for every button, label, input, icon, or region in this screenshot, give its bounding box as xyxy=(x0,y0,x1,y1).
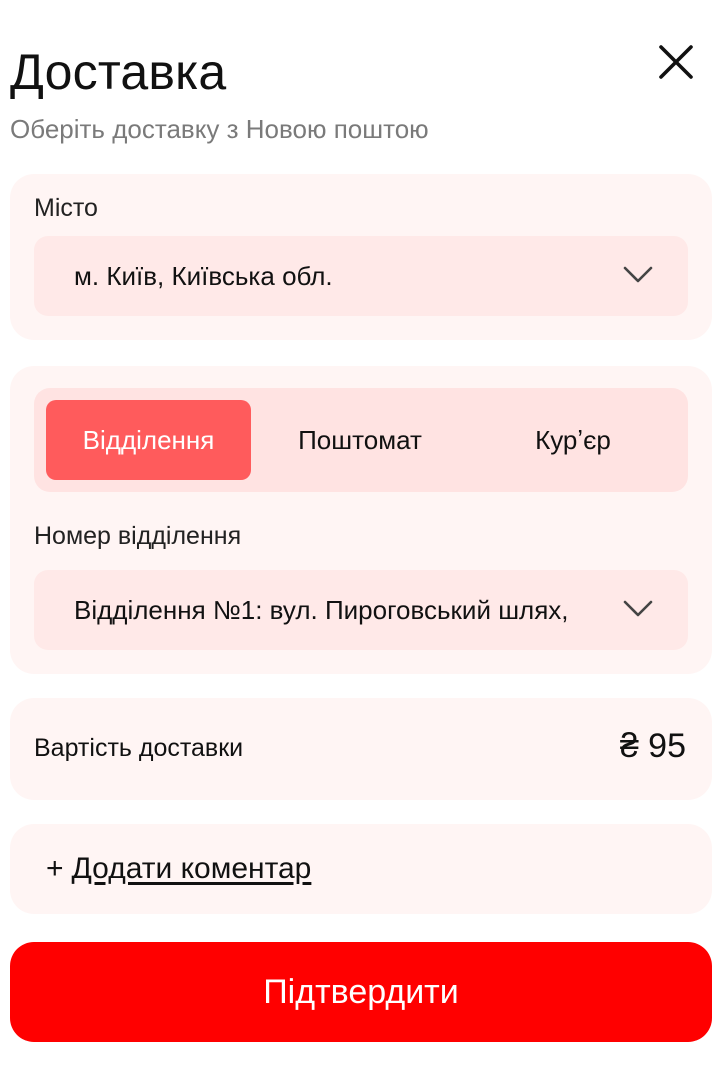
tab-branch[interactable]: Відділення xyxy=(46,400,251,480)
comment-card: + Додати коментар xyxy=(10,824,712,914)
city-select-value: м. Київ, Київська обл. xyxy=(74,261,333,291)
plus-icon: + xyxy=(46,852,64,885)
city-select[interactable]: м. Київ, Київська обл. xyxy=(34,236,688,316)
add-comment-label: Додати коментар xyxy=(71,852,312,885)
delivery-card: Відділення Поштомат Курʼєр Номер відділе… xyxy=(10,366,712,674)
close-icon xyxy=(659,45,693,79)
tab-parcel-locker[interactable]: Поштомат xyxy=(256,400,464,480)
tab-courier[interactable]: Курʼєр xyxy=(470,400,676,480)
city-card: Місто м. Київ, Київська обл. xyxy=(10,174,712,340)
delivery-cost-label: Вартість доставки xyxy=(34,734,244,762)
confirm-button[interactable]: Підтвердити xyxy=(10,942,712,1042)
close-button[interactable] xyxy=(652,38,700,86)
page-subtitle: Оберіть доставку з Новою поштою xyxy=(10,114,429,144)
chevron-down-icon xyxy=(623,600,653,617)
branch-select[interactable]: Відділення №1: вул. Пироговський шлях, 1… xyxy=(34,570,688,650)
delivery-type-tabs: Відділення Поштомат Курʼєр xyxy=(34,388,688,492)
branch-select-value: Відділення №1: вул. Пироговський шлях, 1… xyxy=(74,595,574,625)
add-comment-link[interactable]: + Додати коментар xyxy=(46,850,311,888)
page-title: Доставка xyxy=(10,44,227,100)
city-label: Місто xyxy=(34,194,98,222)
delivery-cost-card: Вартість доставки ₴ 95 xyxy=(10,698,712,800)
delivery-cost-value: ₴ 95 xyxy=(619,727,686,765)
chevron-down-icon xyxy=(623,266,653,283)
branch-label: Номер відділення xyxy=(34,522,242,550)
